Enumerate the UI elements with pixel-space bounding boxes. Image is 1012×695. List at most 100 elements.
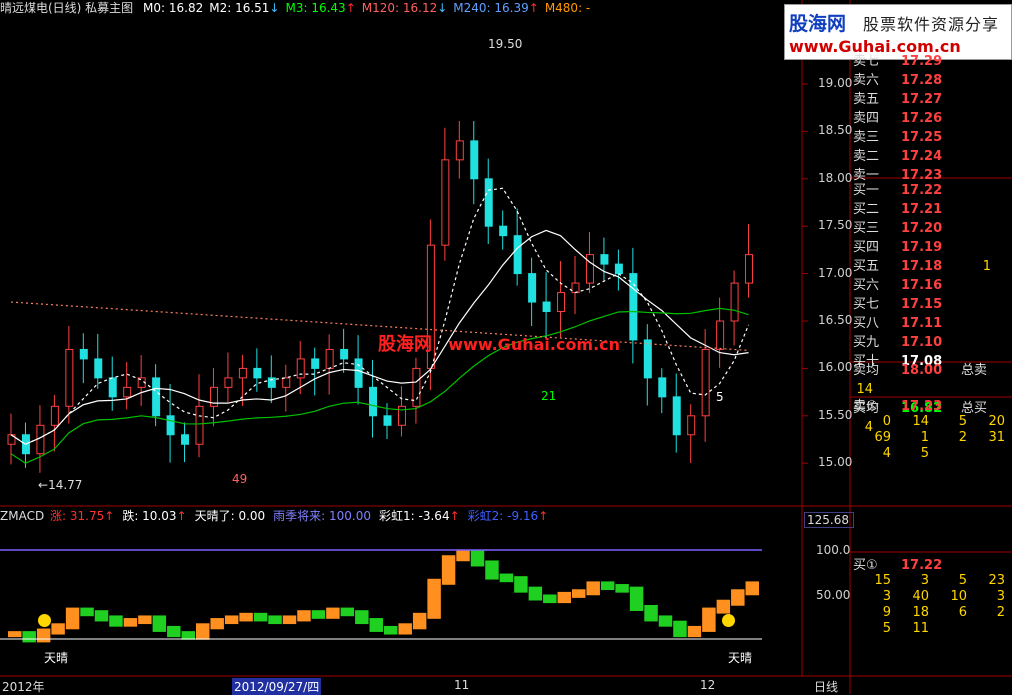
candle [253, 367, 262, 379]
buy-price: 17.15 [901, 297, 943, 312]
buy1-queue: 15 3 5 23 3 40 10 3 9 18 6 2 5 11 [853, 573, 1005, 637]
buy-row[interactable]: 买五 17.18 1 [853, 257, 991, 276]
queue-row: 9 18 6 2 [853, 605, 1005, 621]
sell-price: 17.24 [901, 149, 943, 164]
candle [166, 415, 175, 436]
candle [455, 140, 464, 161]
queue-row: 69 1 2 31 [853, 430, 1005, 446]
candle [571, 282, 580, 294]
zmacd-bar [543, 594, 557, 604]
candle [716, 320, 725, 350]
candle [181, 434, 190, 445]
indicator-name[interactable]: ZMACD [0, 509, 44, 523]
candle [36, 424, 45, 455]
candlestick-series [7, 120, 754, 473]
zmacd-bar [210, 618, 224, 630]
buy-qty: 1 [982, 259, 991, 274]
candle [441, 159, 450, 246]
time-label: 2012年 [2, 680, 45, 694]
queue-cell: 18 [912, 605, 929, 620]
zmacd-bar [441, 555, 456, 585]
zmacd-bar [311, 610, 326, 619]
watermark-text: 股海网 www.Guhai.com.cn [378, 330, 620, 356]
candle [311, 358, 320, 369]
candle [585, 254, 594, 284]
candle [542, 301, 551, 313]
candle [108, 377, 117, 398]
zmacd-bar [297, 610, 311, 622]
queue-cell: 14 [912, 414, 929, 429]
period-button[interactable]: 日线 [814, 678, 838, 695]
buy-row[interactable]: 买二 17.21 [853, 200, 991, 219]
sun-icon [38, 614, 51, 627]
sell-level-label: 卖三 [853, 130, 880, 145]
buy-price: 17.22 [901, 183, 943, 198]
zmacd-bar [196, 623, 210, 640]
zmacd-bar [615, 584, 629, 593]
buy-row[interactable]: 买八 17.11 [853, 314, 991, 333]
zmacd-bar [181, 631, 195, 640]
candle [557, 292, 566, 313]
time-axis: 2012年 2012/09/27/四 11 12 日线 [0, 678, 1012, 695]
zmacd-bar [152, 615, 167, 632]
buy-row[interactable]: 买六 17.16 [853, 276, 991, 295]
queue-row: 3 40 10 3 [853, 589, 1005, 605]
sell-row[interactable]: 卖六 17.28 [853, 71, 961, 90]
candle [354, 358, 363, 388]
zmacd-bar [355, 610, 369, 625]
buy-row[interactable]: 买九 17.10 [853, 333, 991, 352]
candle [687, 415, 696, 436]
queue-cell: 6 [958, 605, 967, 620]
zmacd-bar [485, 560, 499, 580]
buy-row[interactable]: 买四 17.19 [853, 238, 991, 257]
zmacd-bar [528, 586, 543, 601]
zmacd-bar [557, 591, 571, 604]
time-cursor-label: 2012/09/27/四 [232, 678, 322, 695]
zmacd-bar [138, 615, 152, 625]
sell-row[interactable]: 卖五 17.27 [853, 90, 961, 109]
buy-level-label: 买七 [853, 297, 880, 312]
zmacd-bar [51, 623, 65, 635]
zmacd-bar [65, 607, 80, 630]
candle [224, 377, 233, 388]
candle [672, 396, 681, 436]
logo-tagline: 股票软件资源分享 [863, 15, 1000, 34]
zmacd-bar [514, 576, 528, 593]
indicator-value: 彩虹1: -3.64 [379, 509, 450, 523]
candle [238, 367, 247, 379]
sub-chart-header: ZMACD 涨: 31.75↑ 跌: 10.03↑ 天晴了: 0.00 雨季将来: 1… [0, 508, 800, 524]
sell-price: 17.29 [901, 54, 943, 69]
buy-row[interactable]: 买三 17.20 [853, 219, 991, 238]
queue-cell: 20 [988, 414, 1005, 429]
candle [499, 225, 508, 237]
queue-cell: 5 [920, 446, 929, 461]
ma-value: M3: 16.43 [285, 1, 346, 15]
buy-row[interactable]: 买一 17.22 [853, 181, 991, 200]
sell-price: 17.25 [901, 130, 943, 145]
zmacd-bar [326, 607, 340, 619]
buy-level-label: 买四 [853, 240, 880, 255]
buy-price: 17.19 [901, 240, 943, 255]
zmacd-bar [687, 625, 702, 638]
zmacd-bar [456, 550, 470, 562]
candle [600, 254, 609, 265]
sell-row[interactable]: 卖七 17.29 [853, 52, 961, 71]
zmacd-bar [253, 612, 268, 622]
sunny-label-2: 天晴 [728, 651, 753, 665]
arrow-up-icon: ↑ [104, 509, 115, 523]
zmacd-bar [8, 631, 22, 638]
buy-level-label: 买五 [853, 259, 880, 274]
sell-row[interactable]: 卖二 17.24 [853, 147, 961, 166]
sell-row[interactable]: 卖四 17.26 [853, 109, 961, 128]
candle [65, 348, 74, 407]
candle [730, 282, 739, 322]
buy-row[interactable]: 买七 17.15 [853, 295, 991, 314]
candle [152, 377, 161, 417]
zmacd-bar [239, 612, 253, 622]
buy-price: 17.10 [901, 335, 943, 350]
zmacd-bar [109, 615, 123, 627]
arrow-up-icon: ↑ [176, 509, 187, 523]
sell-row[interactable]: 卖三 17.25 [853, 128, 961, 147]
zmacd-bar [673, 620, 687, 638]
candle [282, 377, 291, 388]
